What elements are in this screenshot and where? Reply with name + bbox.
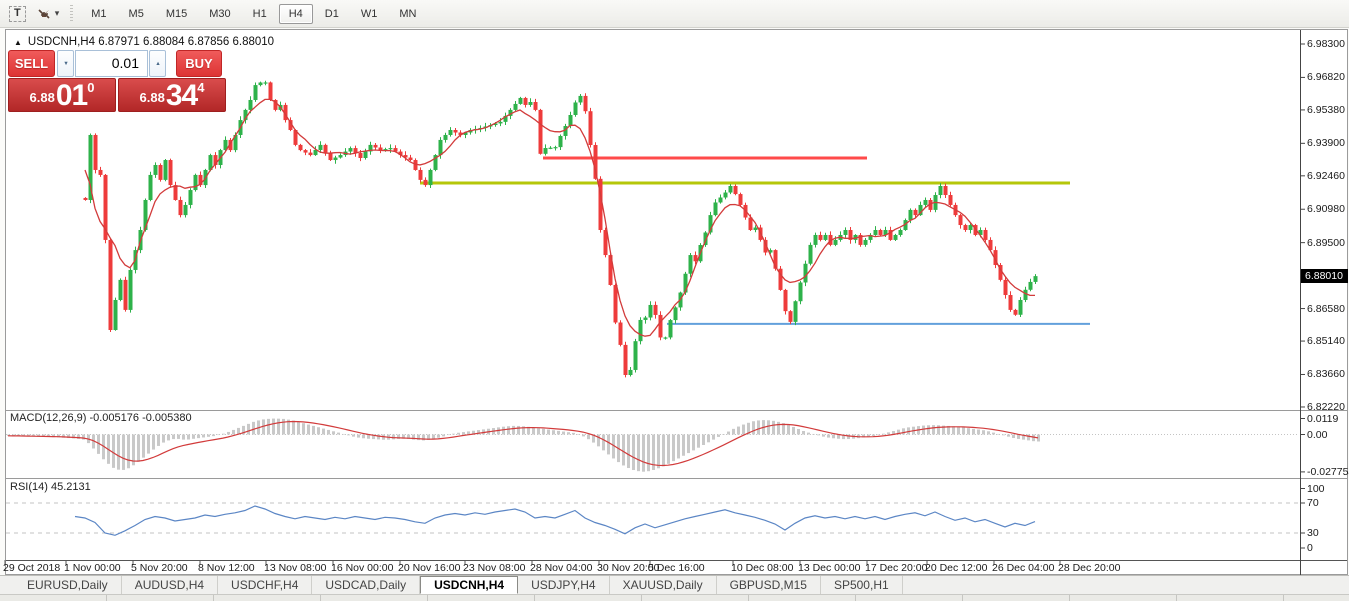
time-axis-label: 17 Dec 20:00 [865,562,927,574]
time-axis-label: 16 Nov 00:00 [331,562,393,574]
tab-eurusd-daily[interactable]: EURUSD,Daily [14,576,122,594]
tab-gbpusd-m15[interactable]: GBPUSD,M15 [717,576,821,594]
current-price-badge: 6.88010 [1301,269,1348,283]
macd-label: MACD(12,26,9) -0.005176 -0.005380 [10,412,192,424]
caret-down-icon: ▾ [55,8,60,19]
time-axis-label: 20 Dec 12:00 [925,562,987,574]
arrow-tools-button[interactable]: ▾ [32,3,64,25]
time-axis-label: 20 Nov 16:00 [398,562,460,574]
volume-decrease-button[interactable]: ▼ [57,50,74,77]
macd-axis-label: -0.027754 [1307,466,1349,478]
time-axis-label: 1 Nov 00:00 [64,562,121,574]
timeframe-button-m5[interactable]: M5 [119,4,154,24]
toolbar: T ▾ M1 M5 M15 M30 H1 H4 D1 W1 MN [0,0,1349,28]
timeframe-button-w1[interactable]: W1 [351,4,388,24]
stepper-up-icon: ▲ [155,60,161,66]
buy-price-pips: 34 [166,81,197,110]
mt4-terminal: T ▾ M1 M5 M15 M30 H1 H4 D1 W1 MN ▲ USDCN… [0,0,1349,601]
tab-usdjpy-h4[interactable]: USDJPY,H4 [518,576,609,594]
rsi-axis-label: 100 [1307,483,1325,495]
tab-usdchf-h4[interactable]: USDCHF,H4 [218,576,312,594]
time-axis-label: 26 Dec 04:00 [992,562,1054,574]
text-label-tool-button[interactable]: T [5,3,30,25]
tab-xauusd-daily[interactable]: XAUUSD,Daily [610,576,717,594]
time-axis-label: 29 Oct 2018 [3,562,60,574]
tab-sp500-h1[interactable]: SP500,H1 [821,576,903,594]
price-axis-label: 6.86580 [1307,303,1345,315]
time-axis-label: 28 Dec 20:00 [1058,562,1120,574]
sell-button[interactable]: SELL [8,50,55,77]
tab-audusd-h4[interactable]: AUDUSD,H4 [122,576,218,594]
time-axis-label: 28 Nov 04:00 [530,562,592,574]
time-axis-label: 10 Dec 08:00 [731,562,793,574]
time-axis-label: 8 Nov 12:00 [198,562,255,574]
rsi-label: RSI(14) 45.2131 [10,481,91,493]
price-axis-label: 6.85140 [1307,335,1345,347]
buy-price-point: 4 [197,80,204,95]
rsi-axis-label: 30 [1307,527,1319,539]
time-axis-label: 23 Nov 08:00 [463,562,525,574]
sell-price-prefix: 6.88 [30,90,55,105]
stepper-down-icon: ▼ [63,60,69,66]
time-axis-label: 5 Dec 16:00 [648,562,705,574]
timeframe-button-m30[interactable]: M30 [199,4,240,24]
price-axis-label: 6.93900 [1307,137,1345,149]
timeframe-button-m15[interactable]: M15 [156,4,197,24]
sell-price-display[interactable]: 6.88 01 0 [8,78,116,112]
price-axis-label: 6.89500 [1307,237,1345,249]
price-axis-label: 6.95380 [1307,104,1345,116]
tab-usdcnh-h4[interactable]: USDCNH,H4 [420,576,518,594]
price-axis-label: 6.98300 [1307,38,1345,50]
timeframe-button-h1[interactable]: H1 [243,4,277,24]
volume-input[interactable]: 0.01 [75,50,148,77]
macd-axis-label: 0.0119 [1307,413,1338,425]
tab-usdcad-daily[interactable]: USDCAD,Daily [312,576,420,594]
rsi-axis-label: 0 [1307,542,1313,554]
timeframe-button-h4[interactable]: H4 [279,4,313,24]
price-axis-label: 6.82220 [1307,401,1345,413]
arrow-tools-icon [36,7,52,21]
buy-button[interactable]: BUY [176,50,222,77]
timeframe-button-m1[interactable]: M1 [81,4,116,24]
price-axis-label: 6.90980 [1307,203,1345,215]
price-axis-label: 6.92460 [1307,170,1345,182]
status-bar [0,594,1349,601]
macd-axis-label: 0.00 [1307,429,1327,441]
toolbar-grip [70,5,73,23]
time-axis-label: 13 Dec 00:00 [798,562,860,574]
price-axis-label: 6.83660 [1307,368,1345,380]
timeframe-button-d1[interactable]: D1 [315,4,349,24]
chart-title-text: USDCNH,H4 6.87971 6.88084 6.87856 6.8801… [28,36,274,48]
chart-title: ▲ USDCNH,H4 6.87971 6.88084 6.87856 6.88… [14,36,274,48]
price-axis-label: 6.96820 [1307,71,1345,83]
sell-price-pips: 01 [56,81,87,110]
buy-price-prefix: 6.88 [140,90,165,105]
chart-tabs-bar: EURUSD,Daily AUDUSD,H4 USDCHF,H4 USDCAD,… [0,575,1349,594]
time-axis-label: 13 Nov 08:00 [264,562,326,574]
text-tool-icon: T [9,6,26,22]
rsi-axis-label: 70 [1307,497,1319,509]
timeframe-button-mn[interactable]: MN [389,4,426,24]
buy-price-display[interactable]: 6.88 34 4 [118,78,226,112]
time-axis-label: 5 Nov 20:00 [131,562,188,574]
symbol-marker-icon: ▲ [14,38,22,47]
sell-price-point: 0 [87,80,94,95]
volume-increase-button[interactable]: ▲ [149,50,166,77]
